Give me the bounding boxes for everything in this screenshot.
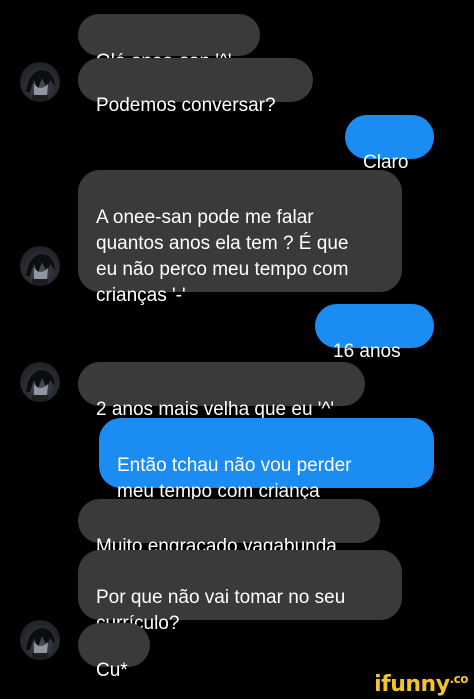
- received-message-bubble: Cu*: [78, 623, 150, 681]
- received-message-bubble: Podemos conversar?: [78, 58, 313, 116]
- sent-message-bubble: 16 anos: [315, 304, 434, 362]
- contact-avatar[interactable]: [20, 362, 60, 402]
- message-text: Podemos conversar?: [96, 95, 276, 116]
- message-text: Então tchau não vou perder meu tempo com…: [117, 455, 352, 502]
- anime-profile-avatar-icon: [26, 370, 55, 402]
- received-message-bubble: Por que não vai tomar no seu currículo?: [78, 550, 402, 634]
- sent-message-bubble: Claro: [345, 115, 434, 173]
- received-message-bubble: Olá onee-san '^': [78, 14, 260, 72]
- message-text: A onee-san pode me falar quantos anos el…: [96, 207, 349, 306]
- message-text: Cu*: [96, 660, 128, 681]
- contact-avatar[interactable]: [20, 620, 60, 660]
- watermark-text: ifunny: [374, 672, 450, 697]
- contact-avatar[interactable]: [20, 62, 60, 102]
- watermark-suffix: .co: [449, 672, 469, 686]
- anime-profile-avatar-icon: [26, 628, 55, 660]
- received-message-bubble: A onee-san pode me falar quantos anos el…: [78, 170, 402, 306]
- contact-avatar[interactable]: [20, 246, 60, 286]
- ifunny-watermark: ifunny.co: [374, 672, 468, 697]
- anime-profile-avatar-icon: [26, 254, 55, 286]
- received-message-bubble: 2 anos mais velha que eu '^': [78, 362, 365, 420]
- message-text: 2 anos mais velha que eu '^': [96, 399, 334, 420]
- chat-thread: Olá onee-san '^' Podemos conversar? Clar…: [0, 0, 474, 699]
- received-message-bubble: Muito engraçado vagabunda: [78, 499, 380, 557]
- sent-message-bubble: Então tchau não vou perder meu tempo com…: [99, 418, 434, 502]
- anime-profile-avatar-icon: [26, 70, 55, 102]
- message-text: 16 anos: [333, 341, 401, 362]
